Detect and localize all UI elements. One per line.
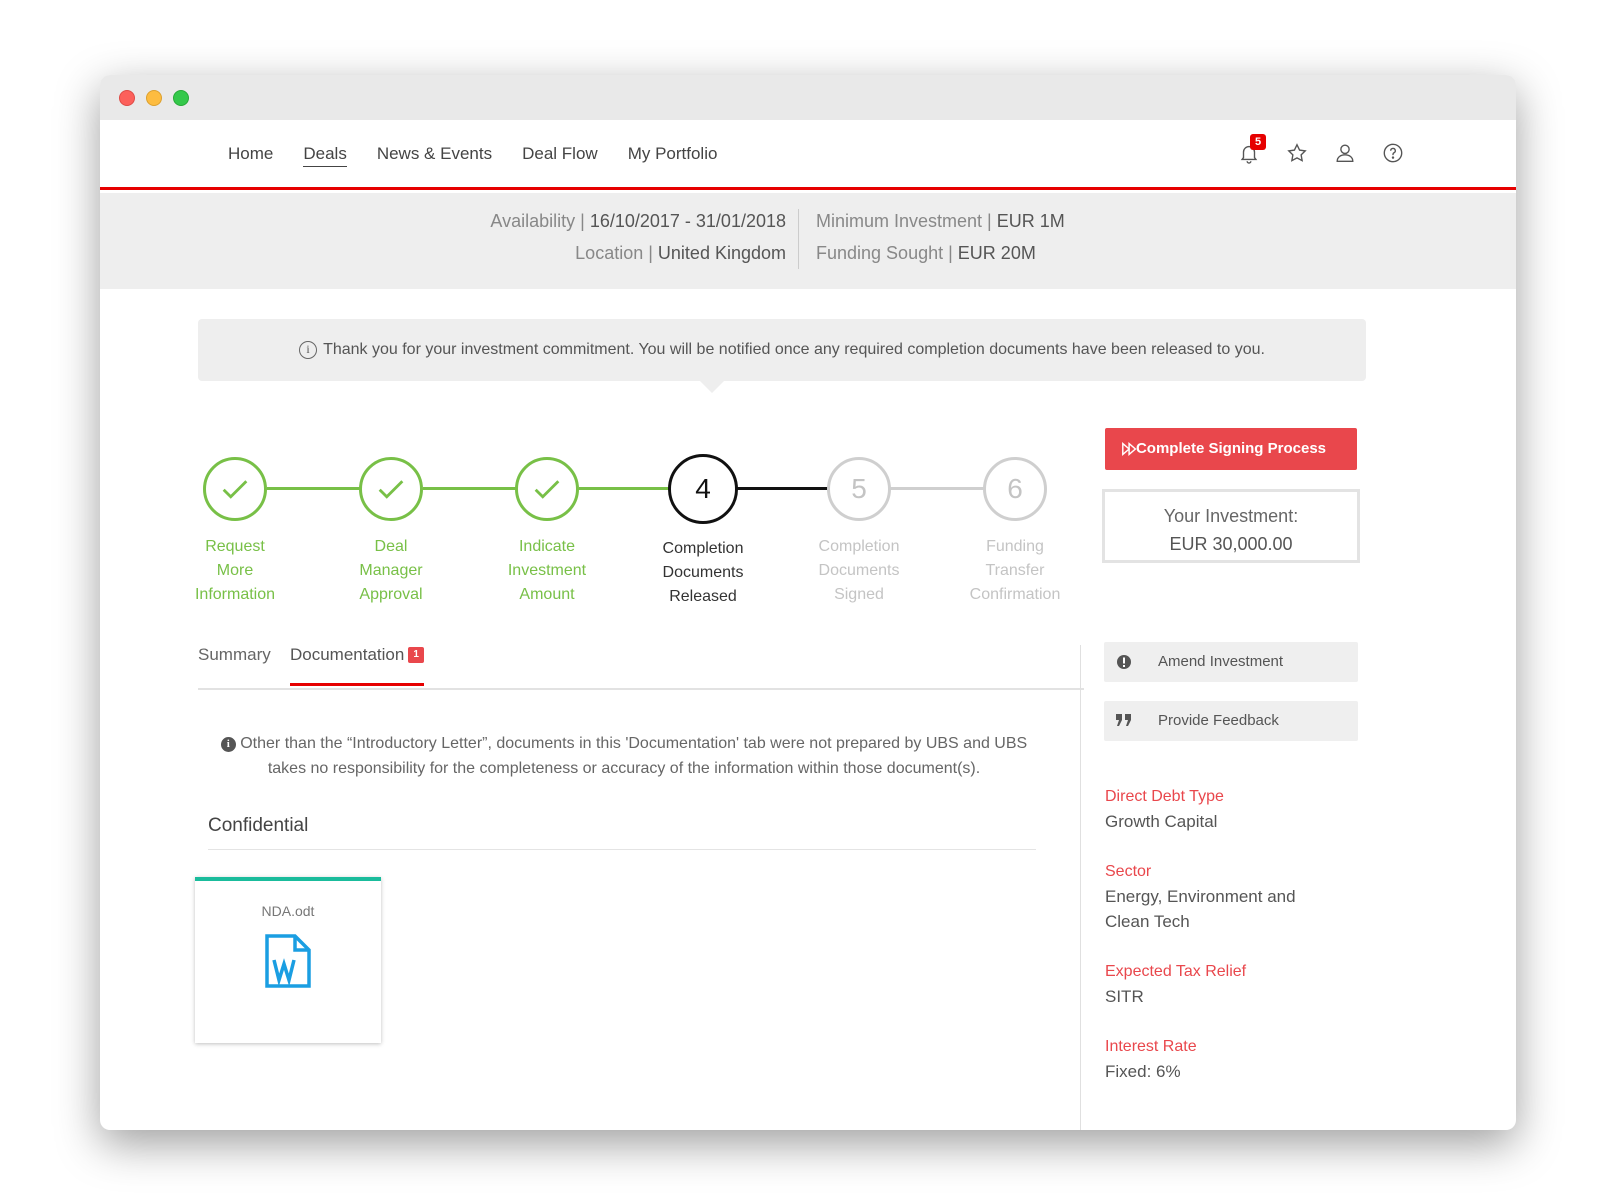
word-document-icon — [195, 933, 381, 994]
profile-button[interactable] — [1334, 142, 1356, 164]
documentation-disclaimer: i Other than the “Introductory Letter”, … — [200, 731, 1048, 781]
info-right: Minimum Investment | EUR 1M Funding Soug… — [816, 205, 1065, 269]
complete-signing-label: Complete Signing Process — [1135, 440, 1327, 457]
nav-links: Home Deals News & Events Deal Flow My Po… — [228, 144, 717, 167]
provide-feedback-button[interactable]: Provide Feedback — [1104, 701, 1358, 741]
step-5-circle: 5 — [827, 457, 891, 521]
step-4-label: Completion Documents Released — [662, 540, 744, 605]
close-window-button[interactable] — [119, 90, 135, 106]
info-icon: i — [220, 737, 236, 752]
step-connector — [889, 487, 985, 490]
funding-sought-value: EUR 20M — [957, 243, 1036, 263]
availability-row: Availability | 16/10/2017 - 31/01/2018 — [490, 211, 786, 231]
nav-deals[interactable]: Deals — [303, 144, 347, 167]
maximize-window-button[interactable] — [173, 90, 189, 106]
investment-amount: EUR 30,000.00 — [1169, 534, 1293, 554]
min-investment-value: EUR 1M — [996, 211, 1065, 231]
browser-window: Home Deals News & Events Deal Flow My Po… — [100, 75, 1516, 1130]
nav-icons: 5 — [1238, 134, 1404, 164]
step-connector — [423, 487, 519, 490]
deal-info-bar: Availability | 16/10/2017 - 31/01/2018 L… — [100, 193, 1516, 289]
step-4-circle: 4 — [668, 454, 738, 524]
document-card[interactable]: NDA.odt — [195, 877, 381, 1043]
notifications-button[interactable]: 5 — [1238, 134, 1267, 164]
documentation-count-badge: 1 — [408, 647, 424, 663]
amend-investment-label: Amend Investment — [1158, 653, 1284, 670]
tab-summary[interactable]: Summary — [198, 645, 271, 683]
step-connector — [579, 487, 671, 490]
exclamation-circle-icon — [1104, 642, 1144, 682]
location-row: Location | United Kingdom — [575, 243, 786, 263]
star-icon — [1287, 143, 1307, 162]
notice-text: Thank you for your investment commitment… — [323, 341, 1265, 358]
notice-arrow — [700, 381, 724, 393]
nav-my-portfolio[interactable]: My Portfolio — [628, 144, 718, 167]
step-3-label: Indicate Investment Amount — [507, 538, 587, 603]
progress-stepper: Request More Information Deal Manager Approv… — [190, 415, 1070, 605]
fast-forward-icon — [1122, 442, 1137, 456]
help-button[interactable] — [1382, 142, 1404, 164]
info-circle-icon: i — [299, 341, 318, 359]
step-6-circle: 6 — [983, 457, 1047, 521]
availability-value: 16/10/2017 - 31/01/2018 — [589, 211, 786, 231]
favorites-button[interactable] — [1286, 142, 1308, 164]
minimize-window-button[interactable] — [146, 90, 162, 106]
provide-feedback-label: Provide Feedback — [1158, 712, 1279, 729]
detail-expected-tax-relief: Expected Tax Relief SITR — [1105, 963, 1247, 1006]
step-3-circle — [515, 457, 579, 521]
nav-home[interactable]: Home — [228, 144, 273, 167]
window-titlebar — [100, 75, 1516, 120]
step-6-label: Funding Transfer Confirmation — [969, 538, 1061, 603]
info-divider — [798, 209, 799, 269]
notice-banner: i Thank you for your investment commitmen… — [198, 319, 1366, 381]
content-tabs: Summary Documentation 1 — [198, 635, 1084, 690]
disclaimer-text: Other than the “Introductory Letter”, do… — [240, 735, 1028, 777]
nav-deal-flow[interactable]: Deal Flow — [522, 144, 598, 167]
detail-direct-debt-type: Direct Debt Type Growth Capital — [1105, 788, 1224, 831]
step-connector — [267, 487, 363, 490]
check-icon — [378, 480, 404, 499]
complete-signing-button[interactable]: Complete Signing Process — [1105, 428, 1357, 470]
amend-investment-button[interactable]: Amend Investment — [1104, 642, 1358, 682]
section-title: Confidential — [208, 815, 1036, 850]
step-connector — [735, 487, 833, 490]
step-5-label: Completion Documents Signed — [818, 538, 900, 603]
investment-label: Your Investment: — [1163, 506, 1299, 526]
check-icon — [222, 480, 248, 499]
step-1-label: Request More Information — [194, 538, 276, 603]
quote-icon — [1104, 701, 1144, 741]
investment-summary: Your Investment: EUR 30,000.00 — [1102, 489, 1360, 563]
tab-documentation[interactable]: Documentation 1 — [290, 645, 424, 686]
column-divider — [1080, 645, 1081, 1130]
step-1-circle — [203, 457, 267, 521]
help-icon — [1383, 143, 1403, 163]
step-2-circle — [359, 457, 423, 521]
info-left: Availability | 16/10/2017 - 31/01/2018 L… — [490, 205, 786, 269]
step-2-label: Deal Manager Approval — [359, 538, 423, 603]
funding-sought-row: Funding Sought | EUR 20M — [816, 243, 1036, 263]
detail-sector: Sector Energy, Environment and Clean Tec… — [1105, 863, 1296, 931]
user-icon — [1336, 144, 1354, 162]
document-name: NDA.odt — [261, 903, 315, 919]
detail-interest-rate: Interest Rate Fixed: 6% — [1105, 1038, 1197, 1081]
nav-news-events[interactable]: News & Events — [377, 144, 492, 167]
notification-badge: 5 — [1250, 134, 1267, 150]
location-value: United Kingdom — [657, 243, 786, 263]
check-icon — [534, 480, 560, 499]
top-navigation: Home Deals News & Events Deal Flow My Po… — [100, 120, 1516, 190]
min-investment-row: Minimum Investment | EUR 1M — [816, 211, 1065, 231]
